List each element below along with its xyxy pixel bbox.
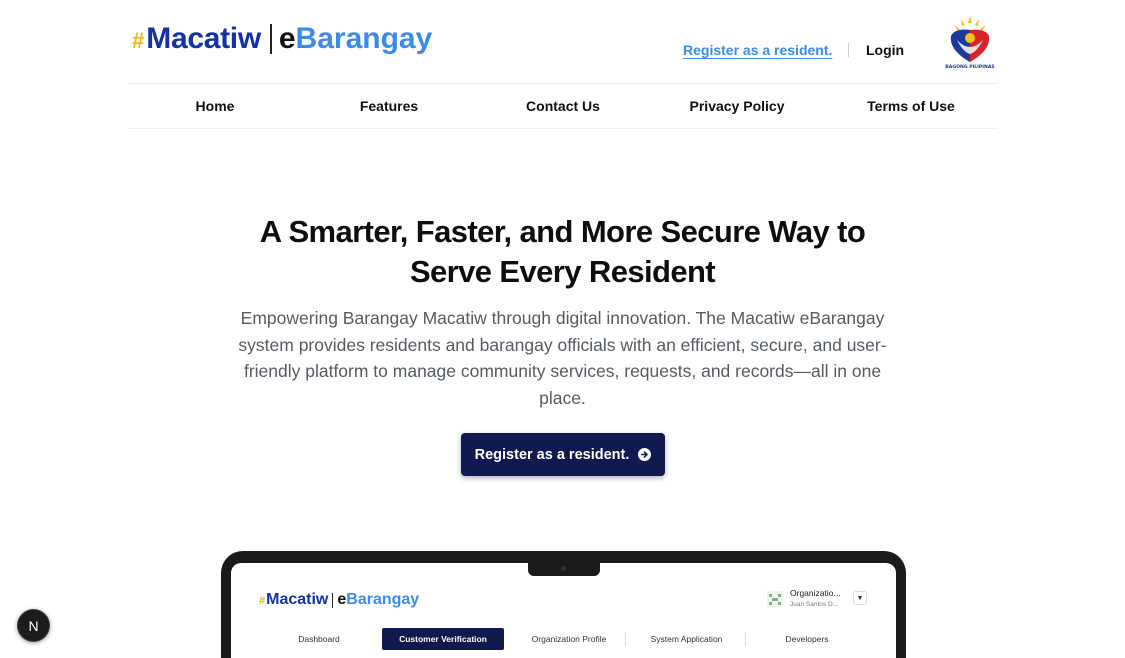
preview-brand-product: Barangay [346, 591, 420, 608]
preview-brand-logo: # Macatiw e Barangay [259, 591, 419, 609]
brand-divider [269, 24, 272, 54]
org-user: Juan Santos D... [790, 601, 839, 608]
laptop-screen: # Macatiw e Barangay Organizatio... Juan… [231, 563, 896, 658]
brand-product: Barangay [295, 22, 433, 55]
preview-tab-developers: Developers [785, 634, 829, 644]
register-cta-button[interactable]: Register as a resident. [461, 433, 665, 476]
login-link[interactable]: Login [866, 42, 904, 58]
nav-terms-of-use[interactable]: Terms of Use [867, 98, 955, 114]
header-separator [848, 43, 849, 57]
brand-logo[interactable]: # Macatiw e Barangay [132, 22, 432, 56]
dev-badge-letter: N [28, 617, 39, 634]
arrow-right-circle-icon [638, 448, 652, 461]
register-link[interactable]: Register as a resident. [683, 42, 832, 58]
nav-contact-us[interactable]: Contact Us [526, 98, 600, 114]
preview-brand-divider [332, 592, 334, 608]
preview-tab-separator [625, 632, 626, 646]
hero-title-line2: Serve Every Resident [409, 254, 716, 289]
nav-features[interactable]: Features [360, 98, 418, 114]
preview-tab-dashboard: Dashboard [298, 634, 340, 644]
laptop-notch [528, 563, 600, 576]
brand-hash: # [132, 28, 145, 53]
nextjs-dev-badge[interactable]: N [17, 609, 50, 642]
laptop-preview: # Macatiw e Barangay Organizatio... Juan… [221, 551, 906, 658]
brand-e: e [278, 22, 296, 55]
preview-tab-customer-verification: Customer Verification [382, 628, 504, 650]
partner-logo-text: BAGONG PILIPINAS [945, 64, 994, 70]
nav-home[interactable]: Home [196, 98, 235, 114]
hero-description: Empowering Barangay Macatiw through digi… [238, 308, 887, 408]
nav-privacy-policy[interactable]: Privacy Policy [690, 98, 785, 114]
preview-org-switcher: Organizatio... Juan Santos D... ▼ [767, 587, 871, 611]
register-cta-label: Register as a resident. [474, 446, 630, 463]
bagong-pilipinas-logo: BAGONG PILIPINAS [941, 14, 999, 70]
preview-tab-separator [745, 632, 746, 646]
org-avatar-icon [767, 591, 783, 607]
org-name: Organizatio... [790, 588, 841, 598]
main-nav: Home Features Contact Us Privacy Policy … [128, 84, 998, 129]
preview-tabs: Dashboard Customer Verification Organiza… [267, 628, 867, 650]
brand-name: Macatiw [146, 22, 261, 55]
site-header: # Macatiw e Barangay Register as a resid… [128, 0, 998, 84]
preview-brand-name: Macatiw [266, 591, 329, 608]
hero-title: A Smarter, Faster, and More Secure Way t… [0, 212, 1125, 292]
preview-tab-organization-profile: Organization Profile [531, 634, 607, 644]
hero-title-line1: A Smarter, Faster, and More Secure Way t… [259, 214, 866, 249]
chevron-down-icon: ▼ [853, 591, 867, 605]
preview-brand-e: e [337, 591, 347, 608]
preview-tab-system-application: System Application [650, 634, 723, 644]
preview-brand-hash: # [259, 595, 266, 607]
